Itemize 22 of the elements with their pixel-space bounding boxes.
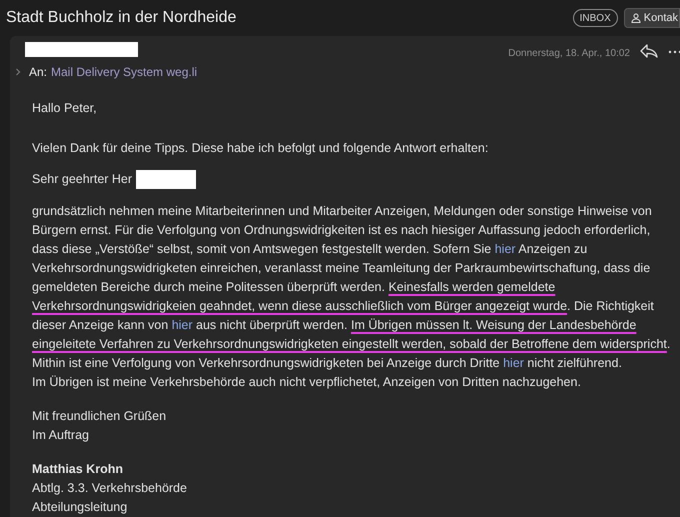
- intro-text: Vielen Dank für deine Tipps. Diese habe ich befolgt und folgende Antwort erhalten:: [32, 140, 490, 157]
- reply-icon[interactable]: [640, 44, 658, 58]
- signature-text: Abtlg. 3.3. Verkehrsbehörde: [32, 480, 188, 497]
- closing-text: Mit freundlichen Grüßen: [32, 408, 168, 425]
- message-date: Donnerstag, 18. Apr., 10:02: [508, 47, 630, 61]
- hier-link[interactable]: hier: [172, 318, 193, 332]
- redaction-block: [136, 170, 196, 189]
- signature-text: Abteilungsleitung: [32, 499, 128, 516]
- person-icon: [630, 13, 641, 23]
- recipient-name[interactable]: Mail Delivery System weg.li: [51, 63, 198, 81]
- hier-link[interactable]: hier: [494, 242, 516, 256]
- salutation-text: Sehr geehrter Her: [32, 171, 132, 188]
- hier-link[interactable]: hier: [503, 356, 524, 370]
- email-subject: Stadt Buchholz in der Nordheide: [6, 8, 236, 28]
- letter-paragraph: grundsätzlich nehmen meine Mitarbeiterinnen und Mitarbeiter Anzeigen, Meldungen oder sonstige Hinweise von Bürgern ernst. Für die Verfolgung von Ordnungswidrigkeiten ist es nach hiesiger Auffassung jedoch erforderlich, dass diese „Verstöße“ selbst, somit von Amtswegen festgestellt werden. Sofern Sie hier Anzeigen zu Verkehrsordnungswidrigketen einreichen, veranlasst meine Teamleitung der Parkraumbewirtschaftung, dass die gemeldeten Bereiche durch meine Politessen überprüft werden. Keinesfalls werden gemeldete Verkehrsordnungswidrigkeien geahndet, wenn diese ausschließlich vom Bürger angezeigt wurde. Die Richtigkeit dieser Anzeige kann von hier aus nicht überprüft werden. Im Übrigen müssen lt. Weisung der Landesbehörde eingeleitete Verfahren zu Verkehrsordnungswidrigketen eingestellt werden, sobald der Betroffene dem widerspricht. Mithin ist eine Verfolgung von Verkehrsordnungswidrigketen bei Anzeige durch Dritte hier nicht zielführend. Im Übrigen ist meine Verkehrsbehörde auch nicht verpflichetet, Anzeigen von Dritten nachzugehen.: [32, 203, 672, 391]
- chevron-right-icon[interactable]: [15, 68, 21, 76]
- contact-button[interactable]: Kontak: [624, 8, 680, 28]
- folder-badge: INBOX: [572, 9, 618, 27]
- closing-text: Im Auftrag: [32, 427, 90, 444]
- greeting-text: Hallo Peter,: [32, 100, 98, 117]
- signature-text: Matthias Krohn: [32, 461, 124, 478]
- recipient-label: An:: [29, 64, 48, 81]
